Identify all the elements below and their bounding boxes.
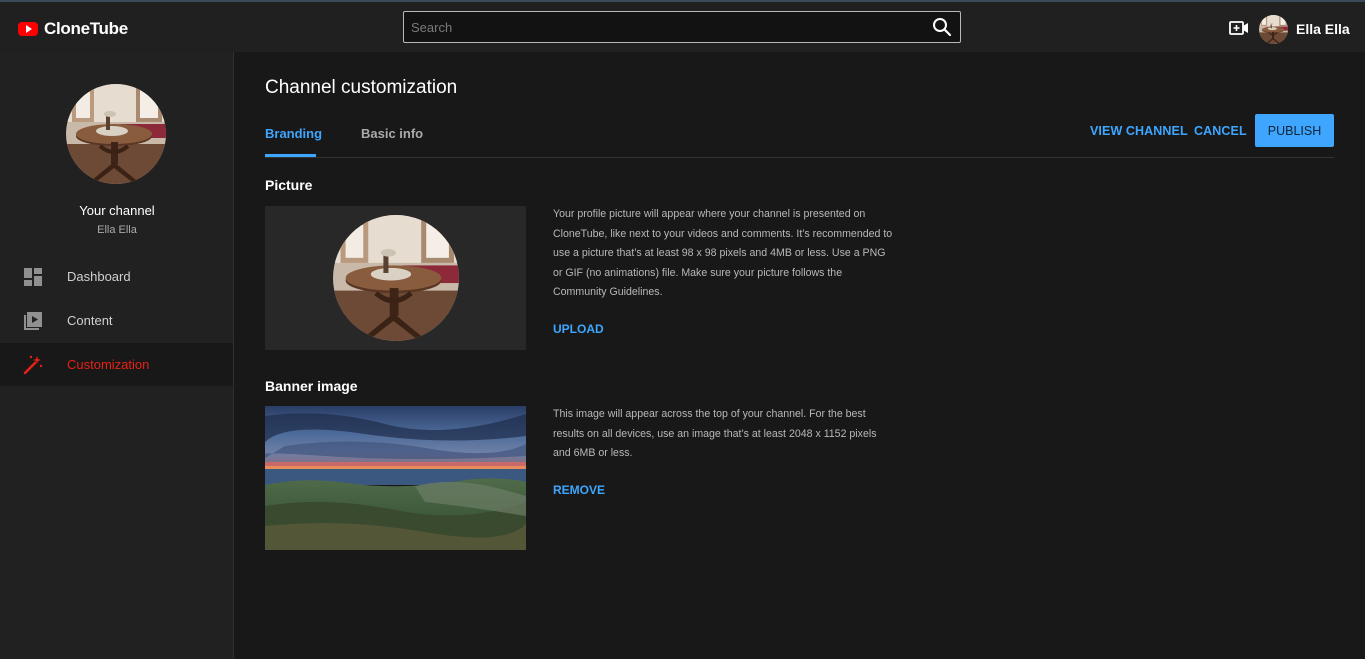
sidebar-item-customization[interactable]: Customization	[0, 343, 233, 386]
sidebar-item-content[interactable]: Content	[0, 299, 233, 342]
view-channel-button[interactable]: VIEW CHANNEL	[1090, 124, 1188, 138]
search-input[interactable]	[404, 12, 924, 42]
sidebar-item-label: Content	[67, 313, 113, 328]
top-bar: CloneTube Ella Ella	[0, 0, 1365, 52]
header-user-name[interactable]: Ella Ella	[1296, 21, 1350, 37]
banner-description: This image will appear across the top of…	[553, 408, 877, 460]
video-create-icon[interactable]	[1229, 21, 1249, 35]
tab-branding[interactable]: Branding	[265, 126, 322, 141]
profile-picture-image	[333, 215, 459, 341]
sidebar-item-dashboard[interactable]: Dashboard	[0, 255, 233, 298]
channel-avatar[interactable]	[66, 84, 166, 184]
logo-text: CloneTube	[44, 19, 128, 38]
page-title: Channel customization	[265, 77, 458, 98]
logo-play-icon	[18, 22, 38, 36]
tab-basic-info[interactable]: Basic info	[361, 126, 423, 141]
picture-section-title: Picture	[265, 177, 313, 193]
cancel-button[interactable]: CANCEL	[1194, 124, 1247, 138]
avatar[interactable]	[1259, 15, 1288, 44]
magic-wand-icon	[23, 355, 43, 375]
sidebar: Your channel Ella Ella Dashboard Content…	[0, 52, 234, 659]
search-icon[interactable]	[932, 17, 952, 37]
tabs-divider	[265, 157, 1334, 158]
search-box	[403, 11, 961, 43]
your-channel-label[interactable]: Your channel	[0, 203, 234, 218]
banner-image-preview	[265, 406, 526, 550]
channel-name: Ella Ella	[97, 224, 137, 236]
banner-section-title: Banner image	[265, 378, 358, 394]
sidebar-item-label: Dashboard	[67, 269, 131, 284]
logo[interactable]: CloneTube	[18, 19, 128, 39]
dashboard-icon	[24, 268, 42, 286]
profile-picture-preview	[265, 206, 526, 350]
remove-button[interactable]: REMOVE	[553, 483, 605, 497]
sidebar-item-label: Customization	[67, 357, 150, 372]
picture-description: Your profile picture will appear where y…	[553, 208, 893, 299]
content-icon	[24, 312, 42, 330]
upload-button[interactable]: UPLOAD	[553, 322, 604, 336]
publish-button[interactable]: PUBLISH	[1255, 114, 1334, 147]
banner-landscape-image	[265, 406, 526, 550]
